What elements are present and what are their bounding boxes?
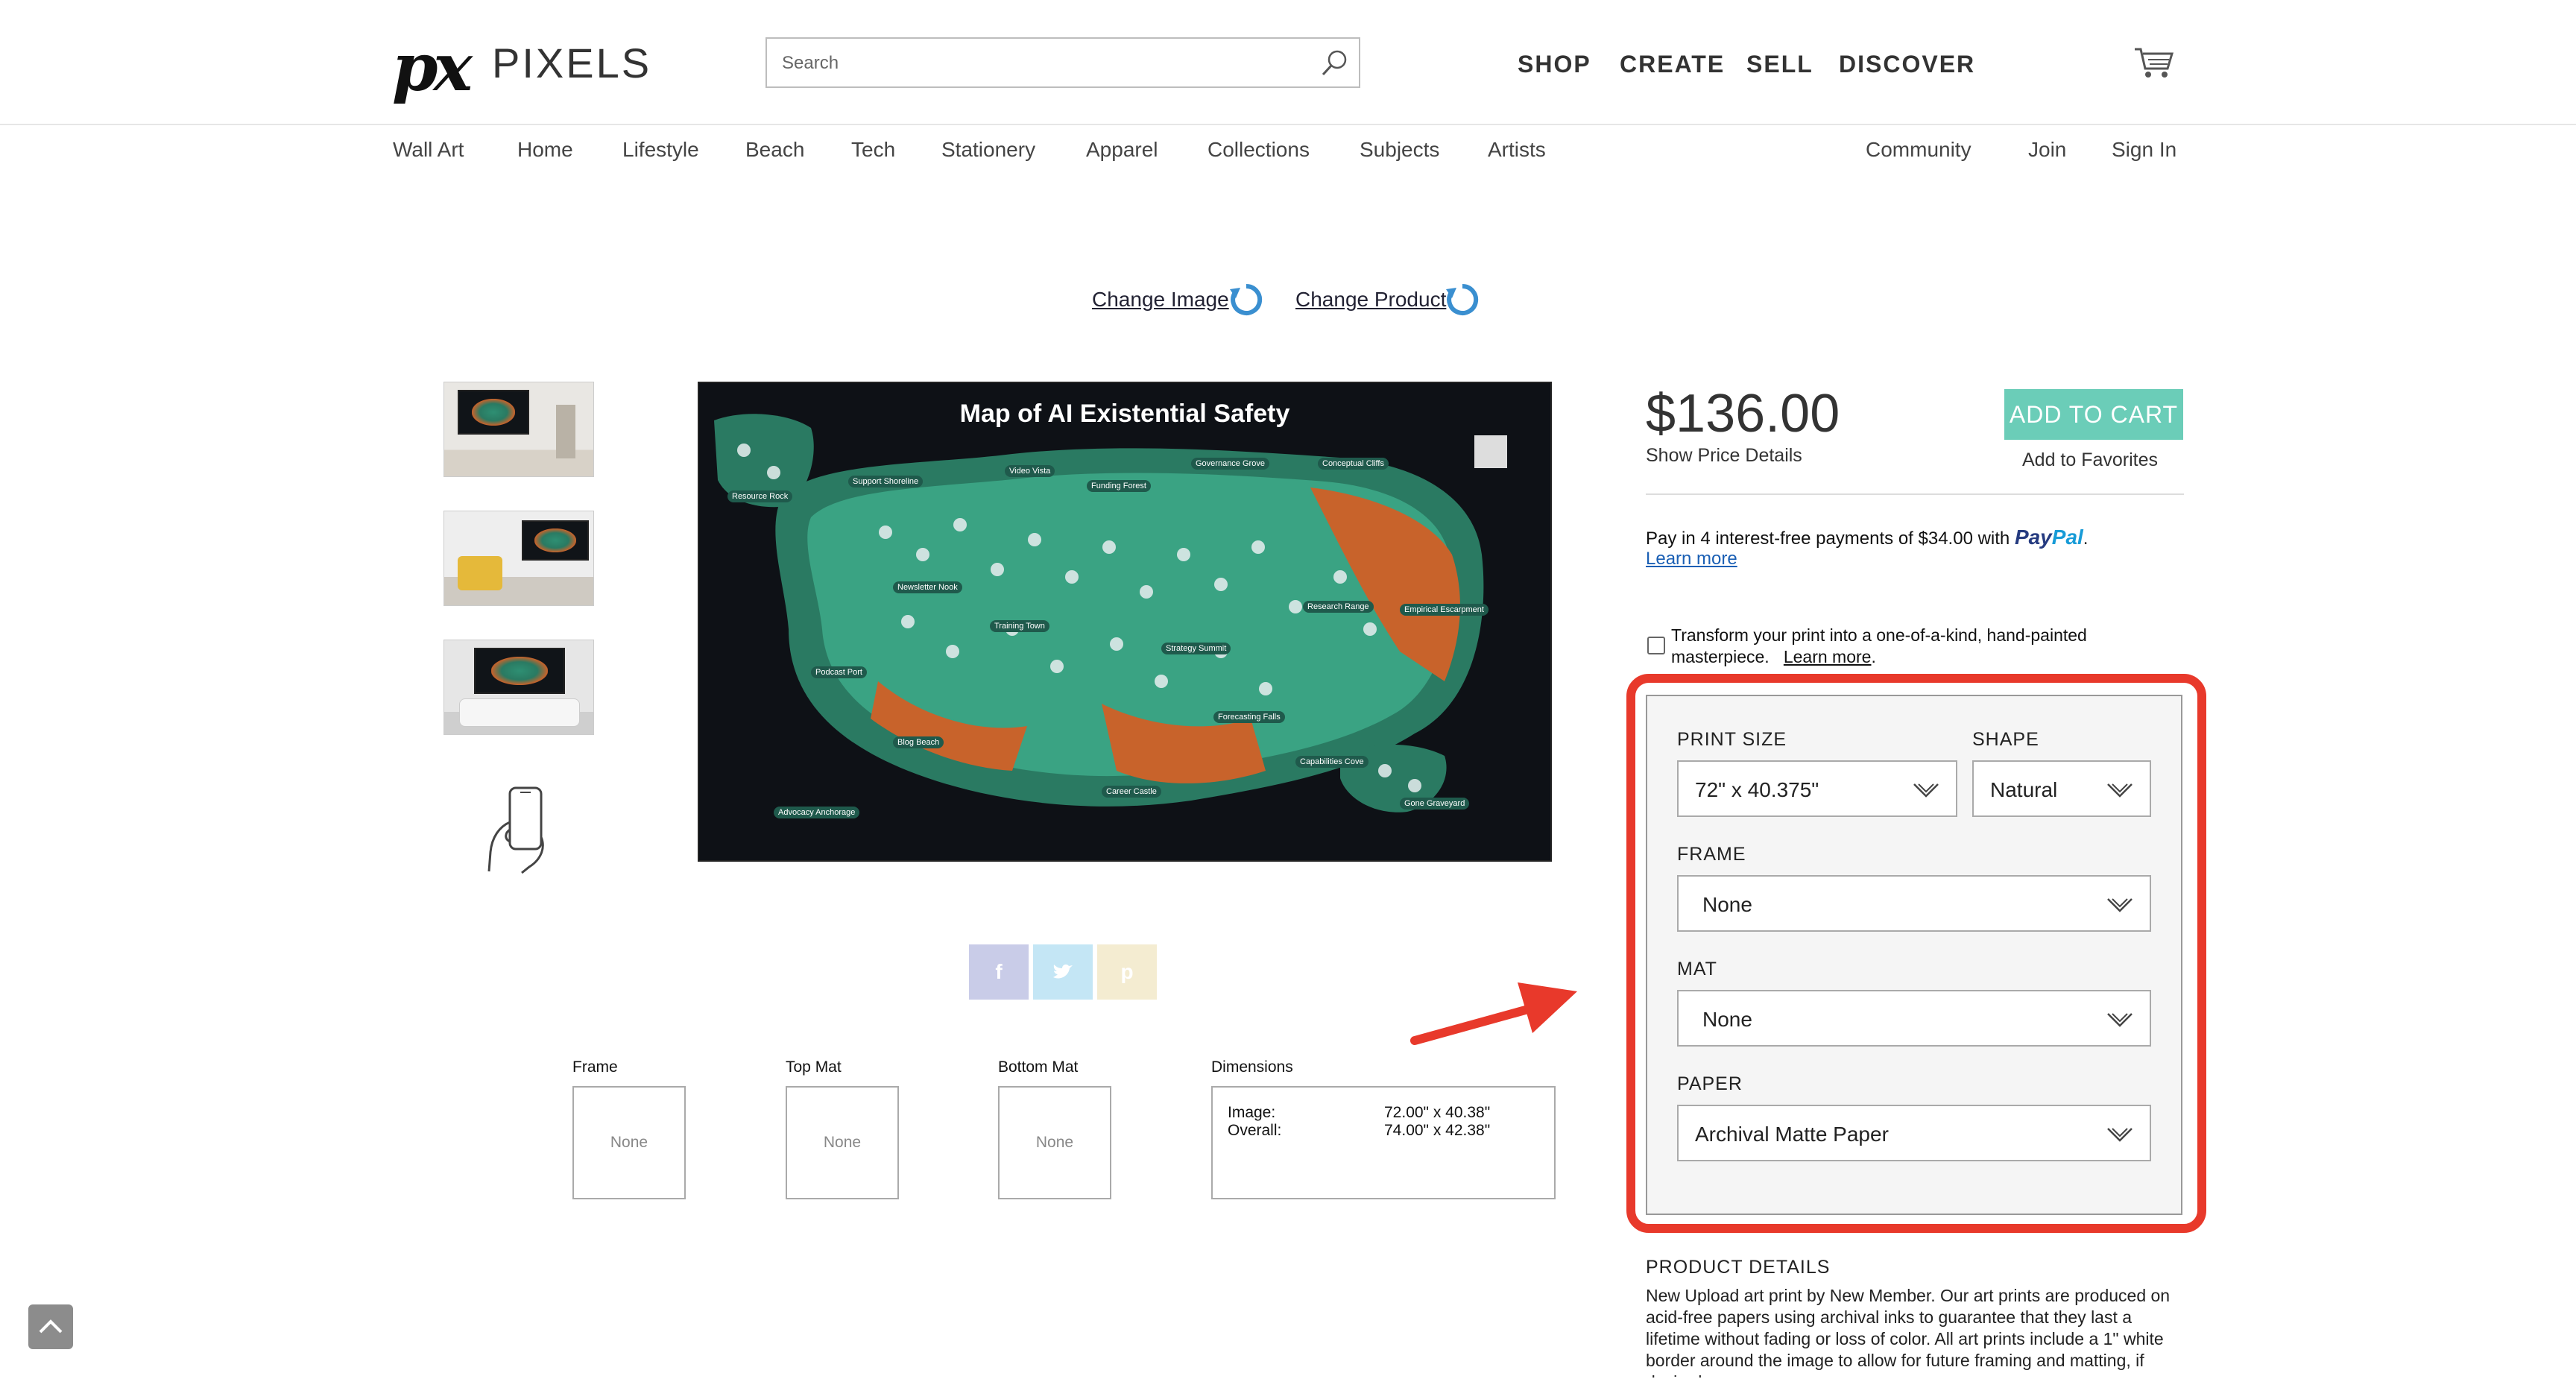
- search-box: [765, 37, 1360, 88]
- product-details-text: New Upload art print by New Member. Our …: [1646, 1286, 2171, 1378]
- mini-artwork: [522, 520, 589, 561]
- annotation-arrow-icon: [1410, 982, 1577, 1045]
- region-label: Conceptual Cliffs: [1318, 458, 1389, 470]
- frame-component-box: None: [572, 1086, 686, 1199]
- link-community[interactable]: Community: [1866, 138, 1972, 162]
- region-label: Governance Grove: [1191, 458, 1269, 470]
- logo-text[interactable]: PIXELS: [492, 39, 651, 87]
- link-join[interactable]: Join: [2028, 138, 2066, 162]
- paypal-installments: Pay in 4 interest-free payments of $34.0…: [1646, 526, 2089, 549]
- cat-artists[interactable]: Artists: [1488, 138, 1546, 162]
- pinterest-share-icon[interactable]: p: [1097, 944, 1157, 1000]
- artwork-title: Map of AI Existential Safety: [959, 400, 1290, 428]
- dim-overall-label: Overall:: [1228, 1122, 1282, 1139]
- show-price-details-link[interactable]: Show Price Details: [1646, 445, 1802, 467]
- thumbnail-room-2[interactable]: [443, 511, 594, 606]
- region-label: Training Town: [990, 620, 1049, 632]
- cat-stationery[interactable]: Stationery: [941, 138, 1035, 162]
- thumbnail-room-3[interactable]: [443, 640, 594, 735]
- nav-discover[interactable]: DISCOVER: [1839, 51, 1975, 78]
- region-label: Research Range: [1303, 601, 1374, 613]
- link-sign-in[interactable]: Sign In: [2112, 138, 2176, 162]
- refresh-icon[interactable]: [1228, 282, 1264, 318]
- dimensions-box: Image: 72.00" x 40.38" Overall: 74.00" x…: [1211, 1086, 1556, 1199]
- paypal-learn-more-link[interactable]: Learn more: [1646, 549, 1737, 569]
- bottom-mat-component-label: Bottom Mat: [998, 1058, 1079, 1076]
- change-product-link[interactable]: Change Product: [1295, 288, 1446, 312]
- region-label: Advocacy Anchorage: [774, 807, 860, 818]
- region-label: Resource Rock: [727, 490, 793, 502]
- thumbnail-room-1[interactable]: [443, 382, 594, 477]
- region-label: Video Vista: [1005, 465, 1055, 477]
- chevron-up-icon: [39, 1319, 63, 1334]
- mini-artwork: [458, 390, 529, 435]
- hand-painted-learn-more-link[interactable]: Learn more: [1784, 647, 1872, 666]
- frame-component-label: Frame: [572, 1058, 618, 1076]
- region-label: Newsletter Nook: [893, 581, 962, 593]
- bottom-mat-component-box: None: [998, 1086, 1111, 1199]
- twitter-share-icon[interactable]: [1033, 944, 1093, 1000]
- region-label: Gone Graveyard: [1400, 798, 1470, 810]
- add-to-cart-button[interactable]: ADD TO CART: [2004, 389, 2183, 440]
- hand-painted-checkbox[interactable]: [1647, 637, 1665, 654]
- region-label: Capabilities Cove: [1295, 756, 1368, 768]
- highlight-annotation-box: [1626, 674, 2206, 1233]
- region-label: Podcast Port: [811, 666, 867, 678]
- region-label: Support Shoreline: [848, 476, 924, 487]
- cat-subjects[interactable]: Subjects: [1360, 138, 1439, 162]
- cat-beach[interactable]: Beach: [745, 138, 804, 162]
- region-label: Forecasting Falls: [1213, 711, 1285, 723]
- cart-icon[interactable]: [2133, 45, 2176, 79]
- region-label: Funding Forest: [1087, 480, 1151, 492]
- add-to-favorites-link[interactable]: Add to Favorites: [2022, 449, 2158, 471]
- paypal-logo: PayPal: [2014, 526, 2083, 549]
- site-header: px PIXELS SHOP CREATE SELL DISCOVER: [0, 0, 2576, 125]
- price: $136.00: [1646, 384, 1840, 444]
- nav-create[interactable]: CREATE: [1620, 51, 1725, 78]
- scroll-to-top-button[interactable]: [28, 1304, 73, 1349]
- top-mat-component-label: Top Mat: [786, 1058, 842, 1076]
- dim-image-value: 72.00" x 40.38": [1384, 1104, 1491, 1121]
- paypal-installments-text: Pay in 4 interest-free payments of $34.0…: [1646, 528, 2010, 549]
- phone-hand-icon[interactable]: [484, 785, 553, 874]
- refresh-icon[interactable]: [1445, 282, 1480, 318]
- region-label: Career Castle: [1102, 786, 1161, 798]
- search-input[interactable]: [780, 48, 1305, 79]
- top-mat-component-box: None: [786, 1086, 899, 1199]
- region-label: Strategy Summit: [1161, 643, 1231, 654]
- artwork-preview[interactable]: Map of AI Existential Safety Support Sho…: [698, 382, 1552, 862]
- dim-image-label: Image:: [1228, 1104, 1276, 1121]
- change-image-link[interactable]: Change Image: [1092, 288, 1229, 312]
- facebook-share-icon[interactable]: f: [969, 944, 1029, 1000]
- cat-lifestyle[interactable]: Lifestyle: [622, 138, 699, 162]
- dim-overall-value: 74.00" x 42.38": [1384, 1122, 1491, 1139]
- region-label: Blog Beach: [893, 736, 944, 748]
- cat-apparel[interactable]: Apparel: [1086, 138, 1158, 162]
- product-details-title: PRODUCT DETAILS: [1646, 1257, 1831, 1278]
- cat-tech[interactable]: Tech: [851, 138, 895, 162]
- cat-collections[interactable]: Collections: [1208, 138, 1310, 162]
- search-icon[interactable]: [1319, 48, 1350, 79]
- cat-home[interactable]: Home: [517, 138, 573, 162]
- region-label: Empirical Escarpment: [1400, 604, 1489, 616]
- cat-wall-art[interactable]: Wall Art: [393, 138, 464, 162]
- mini-artwork: [474, 648, 565, 694]
- hand-painted-text: Transform your print into a one-of-a-kin…: [1671, 625, 2087, 666]
- nav-shop[interactable]: SHOP: [1518, 51, 1591, 78]
- logo-mark[interactable]: px: [392, 28, 473, 106]
- dimensions-label: Dimensions: [1211, 1058, 1293, 1076]
- divider: [1646, 493, 2184, 495]
- nav-sell[interactable]: SELL: [1746, 51, 1813, 78]
